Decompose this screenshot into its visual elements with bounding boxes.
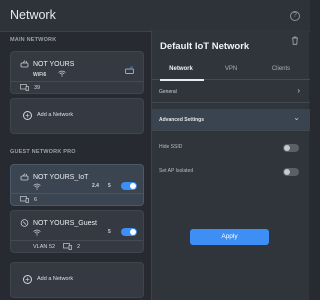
main-network-card[interactable]: NOT YOURS WiFi6 39 (10, 51, 144, 94)
hide-ssid-label: Hide SSID (159, 144, 183, 150)
add-network-label: Add a Network (37, 112, 74, 118)
guest-network-card[interactable]: NOT YOURS_Guest 5 VLAN 52 2 (10, 210, 144, 253)
device-count: 2 (77, 244, 81, 250)
device-count: 6 (34, 197, 38, 203)
general-row[interactable]: General › (152, 81, 310, 103)
tab-network[interactable]: Network (155, 66, 207, 72)
add-network-button[interactable]: + Add a Network (10, 98, 144, 134)
card-divider (11, 193, 143, 194)
panel-title: Default IoT Network (160, 41, 250, 52)
ap-isolated-toggle[interactable] (283, 168, 299, 176)
ap-isolated-row: Set AP Isolated (152, 161, 310, 183)
devices-icon (20, 84, 29, 93)
tab-vpn[interactable]: VPN (205, 66, 257, 72)
add-network-button-2[interactable]: + Add a Network (10, 262, 144, 298)
guest-icon (20, 219, 29, 229)
network-settings-icon[interactable] (125, 66, 134, 76)
page-header: Network ? (0, 0, 310, 32)
ap-isolated-label: Set AP Isolated (159, 168, 194, 174)
advanced-settings-row[interactable]: Advanced Settings ⌄ (152, 109, 310, 131)
router-icon (20, 60, 29, 70)
page-title: Network (10, 8, 56, 22)
guest-network-section-label: GUEST NETWORK PRO (10, 149, 76, 155)
tab-clients[interactable]: Clients (255, 66, 307, 72)
main-network-section-label: MAIN NETWORK (10, 37, 57, 43)
help-icon[interactable]: ? (290, 11, 300, 21)
band-5g-badge: 5 (108, 229, 111, 235)
wifi-icon (33, 183, 41, 192)
advanced-settings-label: Advanced Settings (159, 117, 205, 123)
devices-icon (20, 196, 29, 205)
panel-tabs: Network VPN Clients (152, 60, 310, 81)
chevron-down-icon: ⌄ (293, 113, 300, 122)
wifi-icon (58, 70, 66, 79)
hide-ssid-toggle[interactable] (283, 144, 299, 152)
iot-network-name: NOT YOURS_IoT (33, 174, 89, 181)
band-5g-badge: 5 (108, 183, 111, 189)
add-icon: + (23, 111, 32, 120)
trash-icon[interactable] (291, 36, 299, 47)
iot-network-toggle[interactable] (121, 182, 137, 190)
main-network-name: NOT YOURS (33, 61, 75, 68)
device-count: 39 (34, 85, 41, 91)
devices-icon (63, 243, 72, 252)
add-network-label: Add a Network (37, 276, 74, 282)
card-divider (11, 240, 143, 241)
chevron-right-icon: › (297, 86, 300, 95)
network-detail-panel: Default IoT Network Network VPN Clients … (151, 30, 310, 300)
guest-network-name: NOT YOURS_Guest (33, 220, 97, 227)
wifi6-badge: WiFi6 (33, 72, 47, 78)
vlan-value: 52 (49, 244, 56, 250)
apply-button[interactable]: Apply (190, 229, 269, 245)
vlan-label: VLAN (33, 244, 48, 250)
card-divider (11, 81, 143, 82)
band-2g-badge: 2.4 (92, 183, 99, 189)
add-icon: + (23, 275, 32, 284)
iot-network-card[interactable]: NOT YOURS_IoT 2.4 5 6 (10, 164, 144, 206)
hide-ssid-row: Hide SSID (152, 137, 310, 159)
wifi-icon (33, 229, 41, 238)
router-icon (20, 173, 29, 183)
general-label: General (159, 89, 177, 95)
guest-network-toggle[interactable] (121, 228, 137, 236)
